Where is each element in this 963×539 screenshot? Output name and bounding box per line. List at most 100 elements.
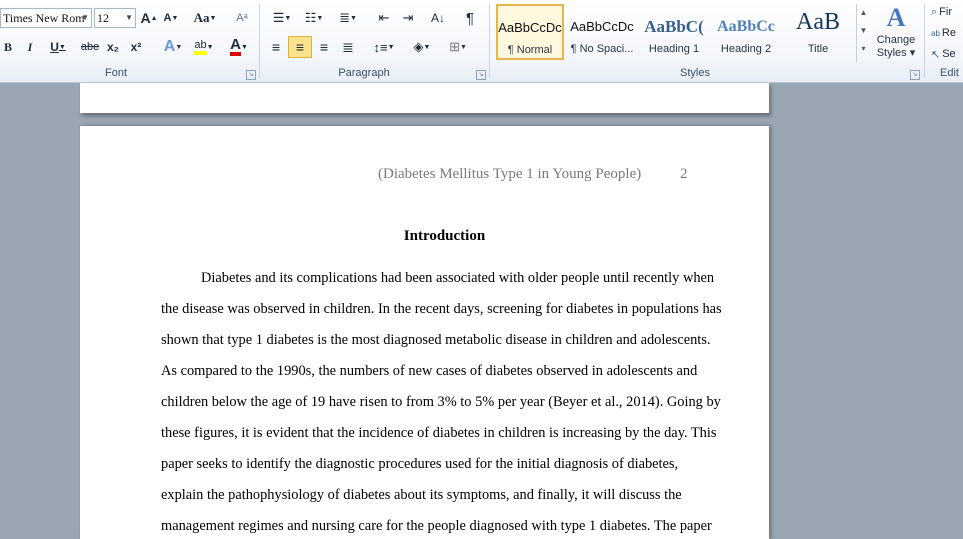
borders-button[interactable]: ⊞ ▼	[444, 37, 472, 57]
chevron-down-icon[interactable]: ▼	[81, 9, 89, 27]
style-name: ¶ Normal	[507, 44, 553, 56]
style-title[interactable]: AaB Title	[784, 4, 852, 60]
numbering-button[interactable]: ☷ ▼	[300, 8, 328, 28]
numbering-icon: ☷	[304, 10, 317, 25]
body-line: these figures, it is evident that the in…	[161, 425, 717, 441]
paragraph-dialog-launcher-icon[interactable]: ↘	[476, 70, 486, 80]
line-spacing-icon: ↕≡	[373, 39, 388, 55]
font-family-value: Times New Rom	[3, 11, 85, 25]
align-left-button[interactable]: ≡	[266, 37, 286, 57]
shading-button[interactable]: ◈ ▼	[408, 37, 436, 57]
replace-icon: ab	[931, 28, 940, 38]
font-dialog-launcher-icon[interactable]: ↘	[246, 70, 256, 80]
align-center-icon: ≡	[295, 39, 305, 55]
clear-formatting-button[interactable]: Aᵃ	[232, 8, 252, 28]
multilevel-list-button[interactable]: ≣ ▼	[334, 8, 362, 28]
separator	[924, 4, 925, 78]
styles-dialog-launcher-icon[interactable]: ↘	[910, 70, 920, 80]
justify-button[interactable]: ≣	[338, 37, 358, 57]
italic-icon: I	[27, 39, 33, 54]
body-line: shown that type 1 diabetes is the most d…	[161, 332, 711, 348]
style-heading-1[interactable]: AaBbC( Heading 1	[640, 4, 708, 60]
body-line: explain the pathophysiology of diabetes …	[161, 487, 682, 503]
change-case-icon: Aa	[193, 10, 210, 25]
style-heading-2[interactable]: AaBbCc Heading 2	[712, 4, 780, 60]
chevron-down-icon[interactable]: ▼	[125, 9, 133, 27]
sort-button[interactable]: A↓	[428, 8, 448, 28]
grow-font-icon: A	[140, 10, 151, 26]
superscript-icon: x²	[130, 40, 142, 54]
body-line: children below the age of 19 have risen …	[161, 394, 721, 410]
bold-button[interactable]: B	[0, 37, 16, 57]
change-styles-button[interactable]: A Change Styles ▾	[872, 2, 920, 64]
strikethrough-icon: abe	[80, 41, 100, 53]
font-color-icon: A	[230, 37, 241, 56]
separator	[489, 4, 490, 78]
styles-scroll: ▲ ▼ ▾	[856, 4, 870, 62]
scroll-up-icon[interactable]: ▲	[857, 4, 870, 22]
body-line: Diabetes and its complications had been …	[201, 270, 715, 286]
superscript-button[interactable]: x²	[127, 37, 145, 57]
change-styles-label: Change	[876, 34, 916, 46]
underline-button[interactable]: U ▼	[46, 37, 70, 57]
style-normal[interactable]: AaBbCcDc ¶ Normal	[496, 4, 564, 60]
bullets-button[interactable]: ☰ ▼	[268, 8, 296, 28]
paint-bucket-icon: ◈	[413, 39, 424, 54]
grow-font-button[interactable]: A ▲	[140, 8, 158, 28]
change-styles-icon: A	[886, 3, 906, 32]
subscript-button[interactable]: x₂	[104, 37, 122, 57]
body-line: the disease was observed in children. In…	[161, 301, 722, 317]
document-page[interactable]: (Diabetes Mellitus Type 1 in Young Peopl…	[80, 126, 769, 539]
sort-icon: A↓	[430, 11, 445, 25]
highlight-button[interactable]: ab ▼	[190, 37, 218, 57]
style-name: Title	[807, 43, 829, 55]
style-sample: AaBbC(	[644, 17, 704, 36]
style-sample: AaBbCcDc	[498, 20, 562, 35]
increase-indent-button[interactable]: ⇥	[398, 8, 418, 28]
page-header-title: (Diabetes Mellitus Type 1 in Young Peopl…	[378, 166, 642, 182]
justify-icon: ≣	[342, 38, 354, 55]
body-line: paper seeks to identify the diagnostic p…	[161, 456, 679, 472]
multilevel-list-icon: ≣	[339, 10, 350, 25]
align-right-icon: ≡	[319, 39, 329, 55]
section-heading: Introduction	[403, 228, 486, 244]
style-no-spacing[interactable]: AaBbCcDc ¶ No Spaci...	[568, 4, 636, 60]
bold-icon: B	[3, 39, 12, 54]
editing-group-label: Edit	[940, 67, 959, 79]
text-effects-icon: A	[163, 38, 176, 55]
styles-gallery: AaBbCcDc ¶ Normal AaBbCcDc ¶ No Spaci...…	[494, 0, 870, 64]
italic-button[interactable]: I	[22, 37, 38, 57]
replace-button[interactable]: ab Re	[930, 23, 963, 43]
style-sample: AaBbCcDc	[570, 19, 634, 34]
binoculars-icon: ⌕	[931, 5, 938, 18]
change-case-button[interactable]: Aa ▼	[192, 8, 218, 28]
font-color-button[interactable]: A ▼	[224, 37, 254, 57]
find-button[interactable]: ⌕ Fir	[930, 2, 963, 22]
body-line: As compared to the 1990s, the numbers of…	[161, 363, 698, 379]
align-center-button[interactable]: ≡	[288, 36, 312, 58]
font-size-combo[interactable]: 12 ▼	[94, 8, 136, 28]
bullets-icon: ☰	[272, 10, 285, 25]
show-formatting-button[interactable]: ¶	[460, 8, 480, 28]
paragraph-group-label: Paragraph	[338, 67, 390, 79]
text-effects-button[interactable]: A ▼	[160, 37, 186, 57]
select-button[interactable]: ↖ Se	[930, 44, 963, 64]
body-line: management regimes and nursing care for …	[161, 518, 712, 534]
replace-label: Re	[941, 27, 956, 39]
decrease-indent-button[interactable]: ⇤	[374, 8, 394, 28]
shrink-font-button[interactable]: A ▼	[162, 8, 180, 28]
style-name: Heading 2	[720, 43, 772, 55]
scroll-down-icon[interactable]: ▼	[857, 22, 870, 40]
font-group-label: Font	[104, 67, 127, 79]
line-spacing-button[interactable]: ↕≡ ▼	[370, 37, 398, 57]
font-size-value: 12	[97, 11, 109, 25]
shrink-font-icon: A	[163, 12, 172, 24]
align-right-button[interactable]: ≡	[314, 37, 334, 57]
style-name: ¶ No Spaci...	[570, 43, 634, 55]
font-family-combo[interactable]: Times New Rom ▼	[0, 8, 92, 28]
strikethrough-button[interactable]: abe	[80, 37, 100, 57]
cursor-icon: ↖	[931, 48, 941, 61]
previous-page[interactable]	[80, 83, 769, 113]
more-styles-icon[interactable]: ▾	[857, 40, 870, 58]
style-name: Heading 1	[648, 43, 700, 55]
